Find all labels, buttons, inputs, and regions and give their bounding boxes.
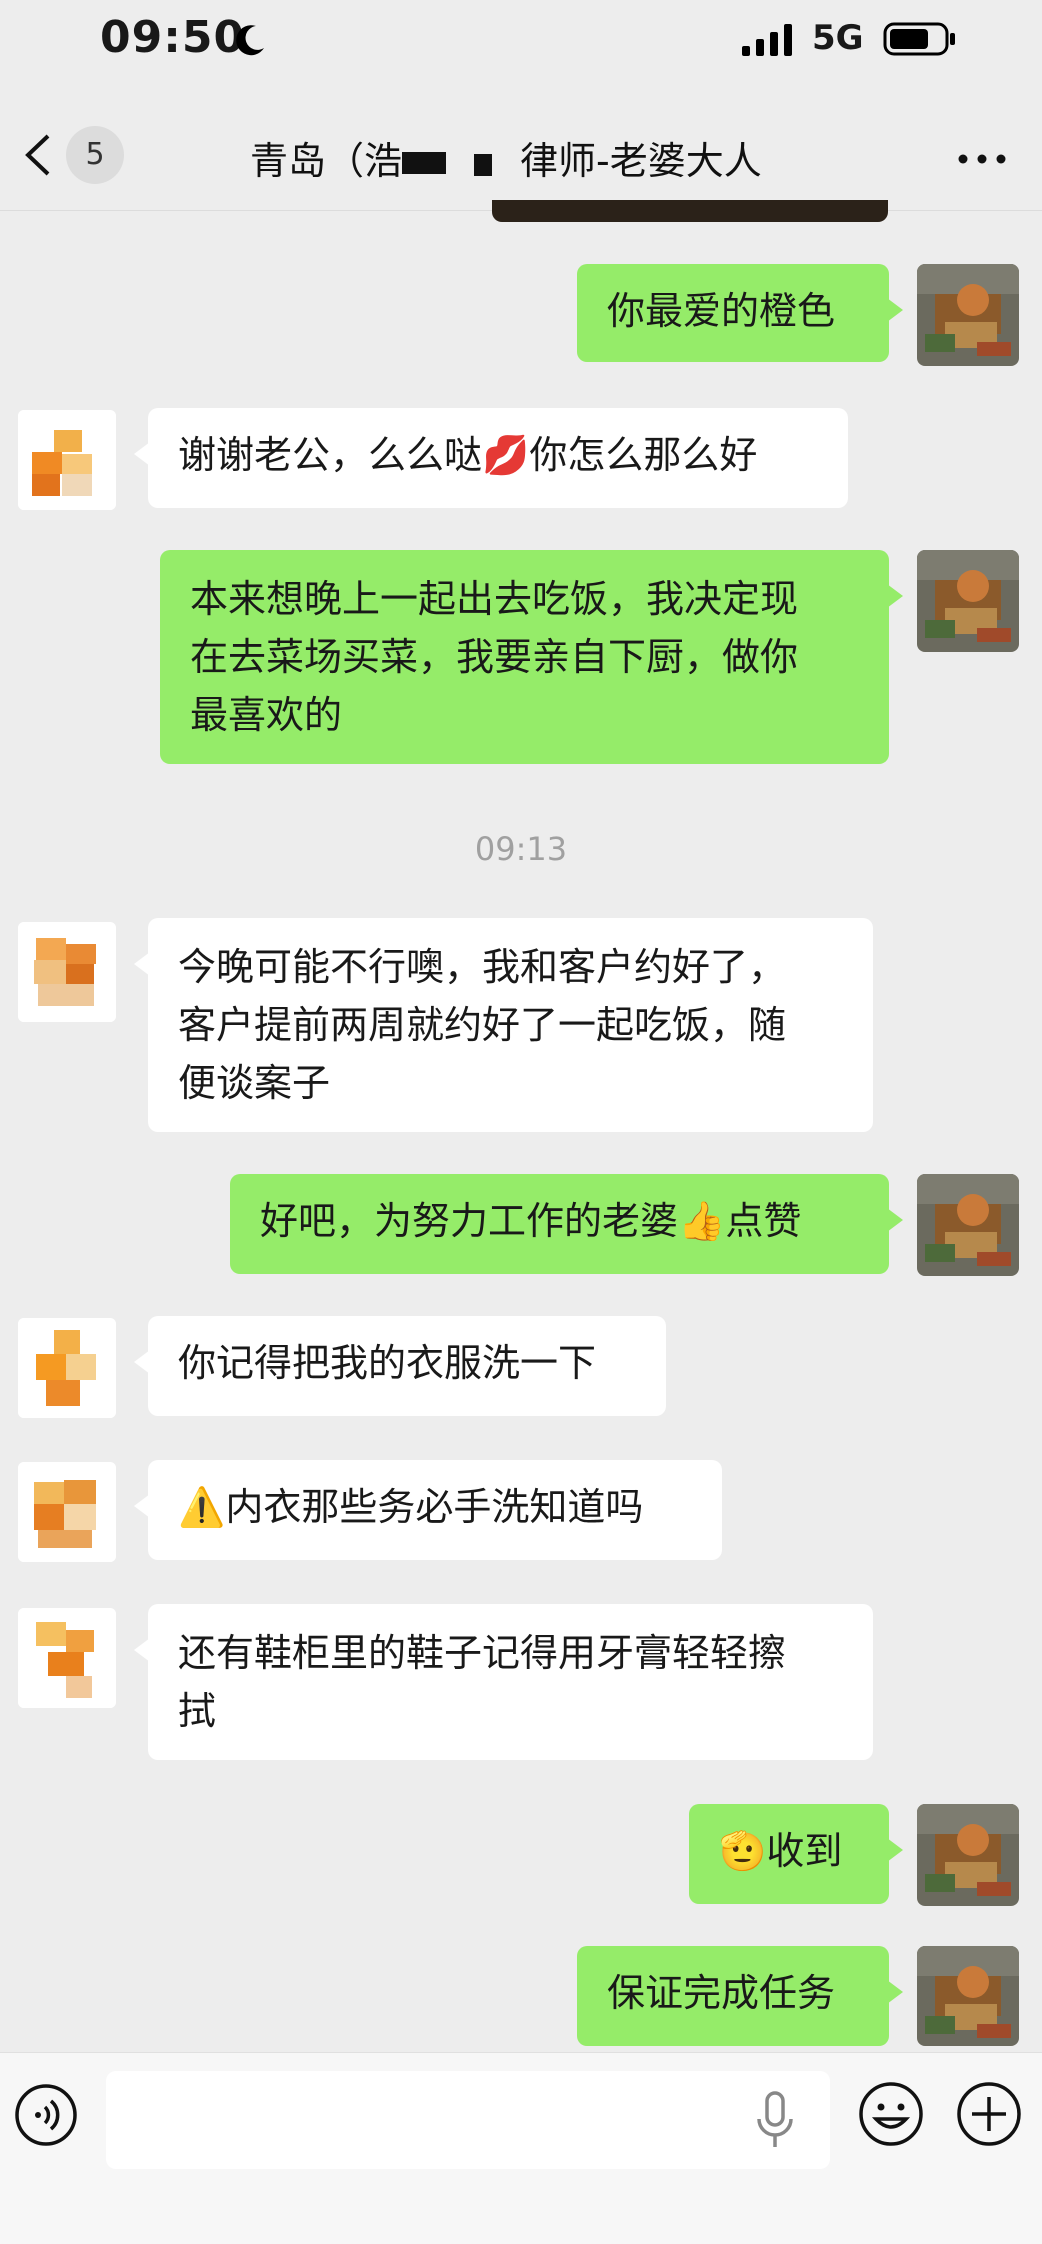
- chat-title-part2: 律师-老婆大人: [520, 139, 762, 183]
- contact-avatar[interactable]: [18, 410, 116, 510]
- chat-input-bar: [0, 2052, 1042, 2244]
- message-bubble-received[interactable]: 谢谢老公，么么哒💋你怎么那么好: [134, 408, 848, 508]
- message-bubble-sent[interactable]: 🫡收到: [689, 1804, 903, 1904]
- message-line: 还有鞋柜里的鞋子记得用牙膏轻轻擦: [178, 1631, 787, 1675]
- message-input[interactable]: [106, 2071, 830, 2169]
- my-avatar[interactable]: [917, 1804, 1019, 1906]
- more-icon[interactable]: [958, 154, 1006, 164]
- contact-avatar[interactable]: [18, 1318, 116, 1418]
- message-bubble-sent[interactable]: 本来想晚上一起出去吃饭，我决定现 在去菜场买菜，我要亲自下厨，做你 最喜欢的: [160, 550, 903, 764]
- message-bubble-received[interactable]: ⚠️内衣那些务必手洗知道吗: [134, 1460, 722, 1560]
- message-text: 好吧，为努力工作的老婆: [260, 1199, 679, 1243]
- plus-icon[interactable]: [956, 2081, 1022, 2147]
- unread-count-badge[interactable]: 5: [66, 126, 124, 184]
- chat-title-part1: 青岛（浩: [250, 139, 403, 183]
- message-timestamp: 09:13: [474, 830, 568, 868]
- message-line: 客户提前两周就约好了一起吃饭，随: [178, 1003, 787, 1047]
- message-bubble-received[interactable]: 今晚可能不行噢，我和客户约好了， 客户提前两周就约好了一起吃饭，随 便谈案子: [134, 918, 873, 1132]
- my-avatar[interactable]: [917, 264, 1019, 366]
- message-bubble-received[interactable]: 你记得把我的衣服洗一下: [134, 1316, 666, 1416]
- warning-emoji-icon: ⚠️: [178, 1485, 226, 1529]
- message-line: 在去菜场买菜，我要亲自下厨，做你: [190, 635, 799, 679]
- battery-icon: [883, 22, 955, 56]
- emoji-icon[interactable]: [858, 2081, 924, 2147]
- message-text: 收到: [766, 1829, 843, 1873]
- my-avatar[interactable]: [917, 1174, 1019, 1276]
- kiss-emoji-icon: 💋: [482, 433, 530, 477]
- message-bubble-sent[interactable]: 保证完成任务: [577, 1946, 903, 2046]
- message-bubble-received[interactable]: 还有鞋柜里的鞋子记得用牙膏轻轻擦 拭: [134, 1604, 873, 1760]
- message-bubble-sent[interactable]: 好吧，为努力工作的老婆👍点赞: [230, 1174, 903, 1274]
- signal-icon: [742, 24, 792, 56]
- redaction-mark: [402, 152, 446, 174]
- message-text: 点赞: [725, 1199, 802, 1243]
- message-line: 便谈案子: [178, 1061, 331, 1105]
- my-avatar[interactable]: [917, 550, 1019, 652]
- message-line: 拭: [178, 1689, 217, 1733]
- thumbs-up-emoji-icon: 👍: [678, 1199, 726, 1243]
- moon-icon: [236, 25, 264, 56]
- message-line: 今晚可能不行噢，我和客户约好了，: [178, 945, 787, 989]
- message-text: 谢谢老公，么么哒: [178, 433, 483, 477]
- salute-emoji-icon: 🫡: [719, 1829, 767, 1873]
- chat-title: 青岛（浩 律师-老婆大人: [250, 130, 762, 185]
- voice-icon[interactable]: [14, 2083, 78, 2147]
- my-avatar[interactable]: [917, 1946, 1019, 2046]
- message-text: 你怎么那么好: [529, 433, 758, 477]
- contact-avatar[interactable]: [18, 1608, 116, 1708]
- message-line: 最喜欢的: [190, 693, 343, 737]
- status-time: 09:50: [100, 12, 246, 63]
- back-icon[interactable]: [22, 132, 52, 178]
- status-bar: 09:50 5G: [0, 0, 1042, 80]
- redaction-mark: [474, 154, 492, 176]
- message-line: 本来想晚上一起出去吃饭，我决定现: [190, 577, 799, 621]
- message-bubble-sent[interactable]: 你最爱的橙色: [577, 264, 903, 362]
- mic-icon[interactable]: [756, 2091, 794, 2149]
- network-label: 5G: [812, 18, 864, 58]
- contact-avatar[interactable]: [18, 922, 116, 1022]
- previous-image-message[interactable]: [492, 200, 888, 222]
- contact-avatar[interactable]: [18, 1462, 116, 1562]
- chat-header: 5 青岛（浩 律师-老婆大人: [0, 92, 1042, 211]
- message-text: 内衣那些务必手洗知道吗: [225, 1485, 644, 1529]
